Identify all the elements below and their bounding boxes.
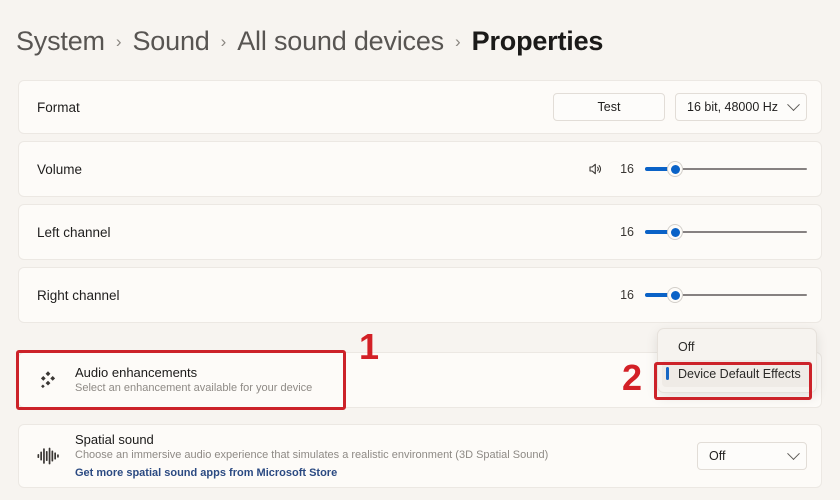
audio-enhancements-title: Audio enhancements — [75, 365, 198, 380]
format-row: Format Test 16 bit, 48000 Hz — [18, 80, 822, 134]
breadcrumb: System › Sound › All sound devices › Pro… — [16, 26, 603, 57]
breadcrumb-item-all-sound-devices[interactable]: All sound devices — [237, 26, 444, 57]
audio-enhancements-icon — [35, 367, 61, 393]
format-dropdown-value: 16 bit, 48000 Hz — [687, 100, 779, 114]
volume-label: Volume — [37, 161, 83, 177]
spatial-sound-dropdown-value: Off — [709, 449, 726, 463]
breadcrumb-item-sound[interactable]: Sound — [133, 26, 210, 57]
spatial-sound-row: Spatial sound Choose an immersive audio … — [18, 424, 822, 488]
spatial-sound-icon — [35, 443, 61, 469]
chevron-right-icon: › — [220, 32, 227, 51]
breadcrumb-item-system[interactable]: System — [16, 26, 105, 57]
left-channel-slider[interactable] — [645, 224, 807, 240]
right-channel-controls: 16 — [614, 287, 807, 303]
chevron-down-icon — [787, 446, 800, 460]
dropdown-option-device-default-effects[interactable]: Device Default Effects — [662, 360, 812, 387]
volume-controls: 16 — [587, 161, 807, 177]
chevron-right-icon: › — [454, 32, 461, 51]
breadcrumb-item-properties: Properties — [471, 26, 604, 56]
audio-enhancements-dropdown-flyout: Off Device Default Effects — [657, 328, 817, 393]
annotation-number-1: 1 — [359, 326, 380, 367]
annotation-number-2: 2 — [622, 357, 643, 398]
right-channel-row: Right channel 16 — [18, 267, 822, 323]
right-channel-slider[interactable] — [645, 287, 807, 303]
left-channel-row: Left channel 16 — [18, 204, 822, 260]
format-dropdown[interactable]: 16 bit, 48000 Hz — [675, 93, 807, 121]
spatial-sound-texts: Spatial sound Choose an immersive audio … — [75, 431, 548, 481]
spatial-sound-subtitle: Choose an immersive audio experience tha… — [75, 449, 549, 461]
chevron-down-icon — [787, 97, 800, 111]
left-channel-label: Left channel — [37, 224, 111, 240]
spatial-sound-dropdown[interactable]: Off — [697, 442, 807, 470]
test-button[interactable]: Test — [553, 93, 665, 121]
format-controls: Test 16 bit, 48000 Hz — [553, 93, 807, 121]
speaker-icon[interactable] — [587, 161, 603, 177]
audio-enhancements-subtitle: Select an enhancement available for your… — [75, 382, 313, 394]
right-channel-value: 16 — [620, 288, 634, 302]
audio-enhancements-texts: Audio enhancements Select an enhancement… — [75, 364, 312, 396]
right-channel-slider-thumb[interactable] — [667, 287, 683, 303]
left-channel-value: 16 — [620, 225, 634, 239]
spatial-sound-title: Spatial sound — [75, 432, 154, 447]
chevron-right-icon: › — [115, 32, 122, 51]
microsoft-store-link[interactable]: Get more spatial sound apps from Microso… — [75, 466, 337, 481]
left-channel-controls: 16 — [614, 224, 807, 240]
left-channel-slider-thumb[interactable] — [667, 224, 683, 240]
dropdown-option-off[interactable]: Off — [662, 333, 812, 360]
right-channel-label: Right channel — [37, 287, 120, 303]
volume-slider[interactable] — [645, 161, 807, 177]
volume-value: 16 — [620, 162, 634, 176]
volume-slider-thumb[interactable] — [667, 161, 683, 177]
spatial-sound-controls: Off — [697, 442, 807, 470]
volume-row: Volume 16 — [18, 141, 822, 197]
settings-page: System › Sound › All sound devices › Pro… — [0, 0, 840, 500]
format-label: Format — [37, 99, 80, 115]
